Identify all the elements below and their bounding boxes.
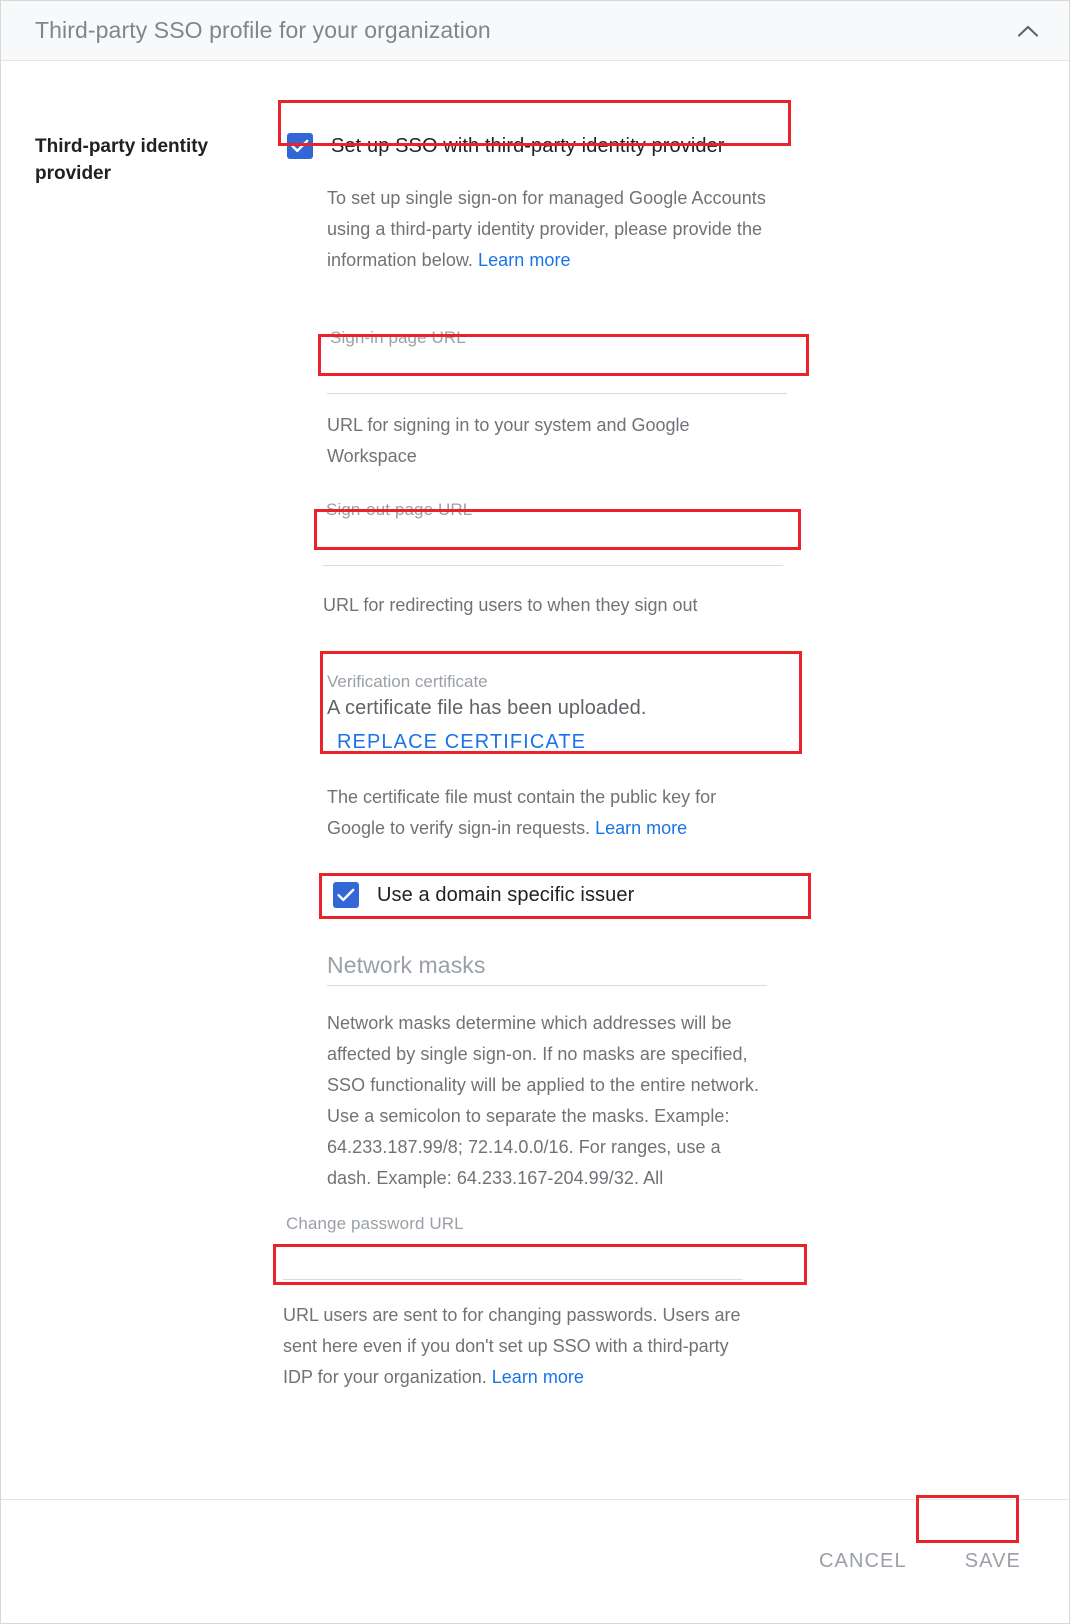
signin-url-field-block: Sign-in page URL URL for signing in to y… xyxy=(327,328,787,472)
sso-settings-card: Third-party SSO profile for your organiz… xyxy=(0,0,1070,1624)
intro-learn-more-link[interactable]: Learn more xyxy=(478,250,571,270)
save-button[interactable]: SAVE xyxy=(947,1540,1039,1583)
sso-enable-label: Set up SSO with third-party identity pro… xyxy=(331,134,725,157)
cancel-button[interactable]: CANCEL xyxy=(801,1540,925,1583)
signin-url-help: URL for signing in to your system and Go… xyxy=(327,415,690,466)
network-masks-divider xyxy=(327,985,767,986)
sso-enable-checkbox-row[interactable]: Set up SSO with third-party identity pro… xyxy=(275,123,809,169)
signout-url-input[interactable] xyxy=(323,528,783,566)
card-header[interactable]: Third-party SSO profile for your organiz… xyxy=(1,1,1069,61)
network-masks-block: Network masks Network masks determine wh… xyxy=(327,952,787,1194)
domain-issuer-checkbox[interactable] xyxy=(333,882,359,908)
settings-content: Set up SSO with third-party identity pro… xyxy=(279,123,809,1393)
chevron-up-icon[interactable] xyxy=(1009,12,1047,50)
network-masks-heading: Network masks xyxy=(327,952,486,978)
change-password-url-label: Change password URL xyxy=(286,1214,464,1233)
change-password-url-block: Change password URL URL users are sent t… xyxy=(283,1214,743,1393)
certificate-label: Verification certificate xyxy=(327,672,488,691)
sso-enable-checkbox[interactable] xyxy=(287,133,313,159)
change-password-url-help: URL users are sent to for changing passw… xyxy=(283,1300,753,1393)
intro-description: To set up single sign-on for managed Goo… xyxy=(327,183,797,276)
certificate-status: A certificate file has been uploaded. xyxy=(327,697,647,719)
certificate-help: The certificate file must contain the pu… xyxy=(327,782,757,844)
replace-certificate-button[interactable]: REPLACE CERTIFICATE xyxy=(337,731,586,754)
change-password-learn-more-link[interactable]: Learn more xyxy=(492,1367,584,1387)
page-title: Third-party SSO profile for your organiz… xyxy=(35,17,491,43)
signout-url-field-block: Sign-out page URL URL for redirecting us… xyxy=(323,500,783,621)
signin-url-input[interactable] xyxy=(327,356,787,394)
certificate-block: Verification certificate A certificate f… xyxy=(327,671,787,844)
network-masks-description: Network masks determine which addresses … xyxy=(327,1013,760,1188)
signout-url-help: URL for redirecting users to when they s… xyxy=(323,595,698,615)
domain-issuer-label: Use a domain specific issuer xyxy=(377,883,635,906)
signin-url-label: Sign-in page URL xyxy=(330,328,466,347)
section-label: Third-party identity provider xyxy=(35,136,209,184)
change-password-url-input[interactable] xyxy=(283,1242,743,1280)
signout-url-label: Sign-out page URL xyxy=(326,500,473,519)
card-footer: CANCEL SAVE xyxy=(1,1499,1069,1623)
certificate-learn-more-link[interactable]: Learn more xyxy=(595,818,687,838)
card-body: Third-party identity provider Set up SSO… xyxy=(1,61,1069,1499)
domain-issuer-checkbox-row[interactable]: Use a domain specific issuer xyxy=(321,872,809,918)
